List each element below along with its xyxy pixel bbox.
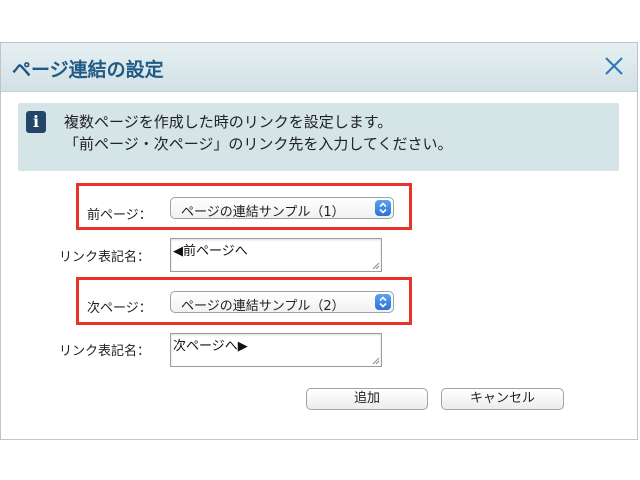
next-link-name-value: 次ページへ▶ (173, 339, 248, 354)
prev-link-name-field[interactable]: ◀前ページへ (170, 238, 382, 272)
resize-grip-icon[interactable] (372, 262, 380, 270)
close-icon (605, 57, 623, 75)
select-updown-icon (375, 294, 391, 310)
prev-link-name-value: ◀前ページへ (173, 244, 248, 259)
close-button[interactable] (599, 51, 629, 81)
next-link-name-label: リンク表記名： (59, 344, 151, 359)
next-link-name-field[interactable]: 次ページへ▶ (170, 333, 382, 367)
info-icon: i (26, 111, 46, 133)
next-page-label: 次ページ： (87, 301, 152, 316)
resize-grip-icon[interactable] (372, 357, 380, 365)
dialog-titlebar: ページ連結の設定 (1, 43, 637, 92)
cancel-button[interactable]: キャンセル (441, 388, 564, 410)
prev-page-select[interactable]: ページの連結サンプル（1） (170, 197, 394, 220)
prev-page-select-value: ページの連結サンプル（1） (181, 205, 345, 220)
dialog-title: ページ連結の設定 (12, 59, 164, 81)
prev-link-name-label: リンク表記名： (59, 250, 151, 265)
info-text-line-1: 複数ページを作成した時のリンクを設定します。 (64, 113, 393, 131)
info-box: i 複数ページを作成した時のリンクを設定します。 「前ページ・次ページ」のリンク… (18, 103, 619, 171)
prev-page-label: 前ページ： (87, 208, 152, 223)
info-text-line-2: 「前ページ・次ページ」のリンク先を入力してください。 (64, 135, 453, 153)
next-page-select[interactable]: ページの連結サンプル（2） (170, 291, 394, 314)
next-page-select-value: ページの連結サンプル（2） (181, 299, 345, 314)
add-button[interactable]: 追加 (306, 388, 428, 410)
page-link-settings-dialog: ページ連結の設定 i 複数ページを作成した時のリンクを設定します。 「前ページ・… (0, 42, 638, 440)
select-updown-icon (375, 200, 391, 216)
